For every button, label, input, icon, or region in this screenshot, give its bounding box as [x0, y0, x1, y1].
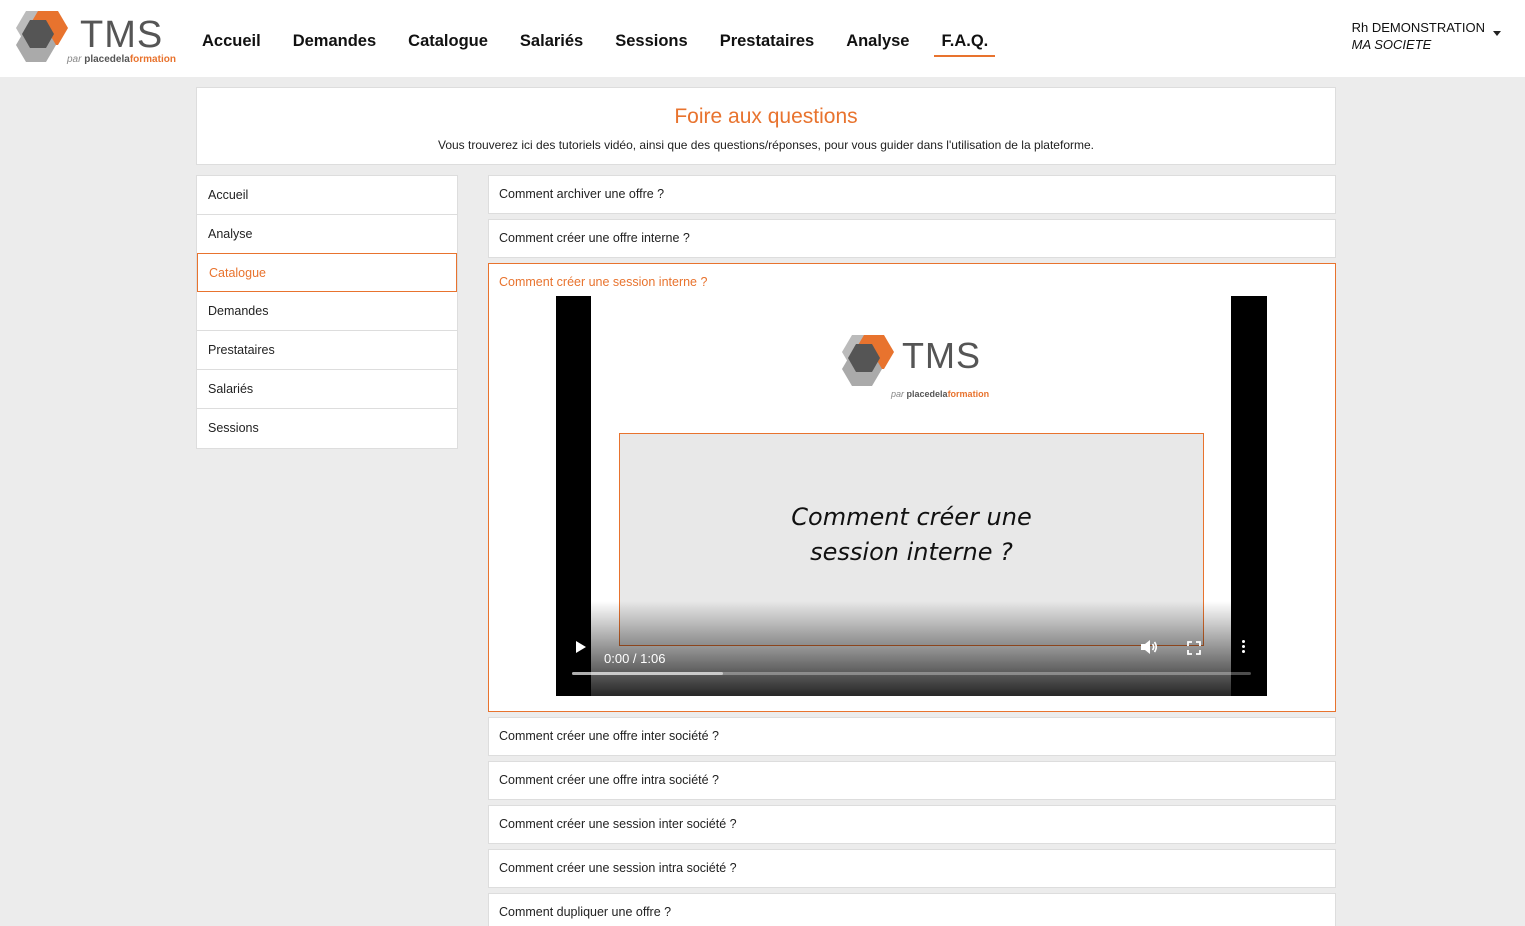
video-logo-text: TMS [902, 335, 981, 376]
sidebar-item-accueil[interactable]: Accueil [197, 176, 457, 215]
page-title: Foire aux questions [674, 105, 858, 128]
faq-item[interactable]: Comment créer une session inter société … [488, 805, 1336, 844]
faq-list: Comment archiver une offre ? Comment cré… [488, 175, 1336, 926]
faq-item[interactable]: Comment archiver une offre ? [488, 175, 1336, 214]
faq-item[interactable]: Comment créer une offre inter société ? [488, 717, 1336, 756]
nav-faq[interactable]: F.A.Q. [934, 32, 996, 57]
faq-item[interactable]: Comment dupliquer une offre ? [488, 893, 1336, 926]
video-tms-logo: TMS par placedelaformation [836, 332, 996, 399]
faq-item[interactable]: Comment créer une offre intra société ? [488, 761, 1336, 800]
faq-item[interactable]: Comment créer une session intra société … [488, 849, 1336, 888]
sidebar-item-salaries[interactable]: Salariés [197, 370, 457, 409]
top-navigation-bar: TMS par placedelaformation Accueil Deman… [0, 0, 1525, 77]
user-menu[interactable]: Rh DEMONSTRATION MA SOCIETE [1351, 19, 1501, 53]
video-player[interactable]: TMS par placedelaformation Comment créer… [556, 296, 1267, 696]
nav-catalogue[interactable]: Catalogue [408, 32, 488, 57]
faq-question: Comment archiver une offre ? [499, 187, 665, 201]
nav-accueil[interactable]: Accueil [202, 32, 261, 57]
faq-item-expanded[interactable]: Comment créer une session interne ? TMS … [488, 263, 1336, 712]
faq-question: Comment créer une offre inter société ? [499, 729, 720, 743]
fullscreen-icon[interactable] [1187, 641, 1201, 655]
sidebar-item-analyse[interactable]: Analyse [197, 215, 457, 254]
caret-down-icon[interactable] [1493, 31, 1501, 36]
faq-question: Comment créer une offre interne ? [499, 231, 690, 245]
hexagon-logo-icon [842, 335, 894, 386]
faq-title-panel: Foire aux questions Vous trouverez ici d… [196, 87, 1336, 165]
sidebar-item-prestataires[interactable]: Prestataires [197, 331, 457, 370]
hexagon-logo-icon [16, 11, 68, 62]
sidebar-item-demandes[interactable]: Demandes [197, 292, 457, 331]
faq-item[interactable]: Comment créer une offre interne ? [488, 219, 1336, 258]
video-progress-bar[interactable] [572, 672, 1251, 675]
faq-question: Comment créer une offre intra société ? [499, 773, 720, 787]
nav-sessions[interactable]: Sessions [615, 32, 687, 57]
tms-logo[interactable]: TMS par placedelaformation [10, 8, 176, 68]
video-logo-subtitle: par placedelaformation [891, 389, 990, 399]
nav-demandes[interactable]: Demandes [293, 32, 376, 57]
volume-icon[interactable] [1140, 639, 1158, 655]
main-navigation: Accueil Demandes Catalogue Salariés Sess… [202, 32, 1027, 57]
user-name: Rh DEMONSTRATION [1351, 20, 1485, 35]
logo-text: TMS [80, 14, 164, 56]
faq-category-sidebar: Accueil Analyse Catalogue Demandes Prest… [196, 175, 458, 449]
video-slide-text: Comment créer une session interne ? [791, 503, 1032, 566]
faq-question: Comment créer une session intra société … [499, 861, 737, 875]
nav-prestataires[interactable]: Prestataires [720, 32, 814, 57]
video-buffered-bar [572, 672, 723, 675]
sidebar-item-sessions[interactable]: Sessions [197, 409, 457, 448]
user-company: MA SOCIETE [1351, 37, 1432, 52]
nav-analyse[interactable]: Analyse [846, 32, 909, 57]
sidebar-item-catalogue[interactable]: Catalogue [197, 253, 457, 292]
page-subtitle: Vous trouverez ici des tutoriels vidéo, … [437, 138, 1094, 152]
nav-salaries[interactable]: Salariés [520, 32, 583, 57]
more-options-icon[interactable] [1240, 640, 1246, 656]
faq-question: Comment créer une session inter société … [499, 817, 737, 831]
faq-question: Comment dupliquer une offre ? [499, 905, 672, 919]
logo-subtitle: par placedelaformation [67, 54, 176, 65]
play-icon[interactable] [576, 641, 586, 653]
